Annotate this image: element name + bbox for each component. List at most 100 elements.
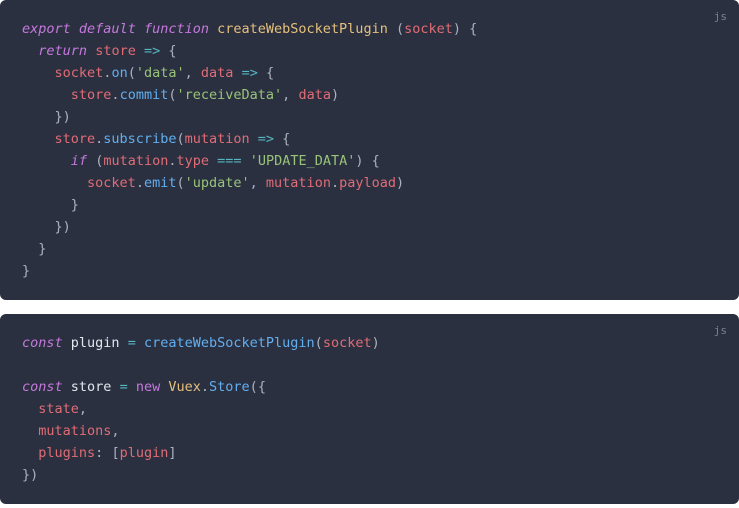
- code-token: store: [55, 131, 96, 147]
- code-token: }: [38, 241, 46, 257]
- code-token: emit: [144, 175, 177, 191]
- code-token: (: [315, 335, 323, 351]
- code-token: ): [453, 21, 461, 37]
- code-token: [22, 65, 55, 81]
- code-token: payload: [339, 175, 396, 191]
- code-token: store: [71, 379, 112, 395]
- code-token: subscribe: [103, 131, 176, 147]
- code-line: store.commit('receiveData', data): [22, 84, 717, 106]
- code-token: store: [95, 43, 136, 59]
- code-token: commit: [120, 87, 169, 103]
- code-token: 'UPDATE_DATA': [250, 153, 356, 169]
- code-token: {: [168, 43, 176, 59]
- code-token: mutation: [266, 175, 331, 191]
- code-line: plugins: [plugin]: [22, 442, 717, 464]
- code-token: ,: [79, 401, 87, 417]
- code-token: Store: [209, 379, 250, 395]
- code-token: }): [55, 219, 71, 235]
- code-content: export default function createWebSocketP…: [22, 18, 717, 282]
- code-line: [22, 354, 717, 376]
- code-token: [22, 109, 55, 125]
- code-token: .: [111, 87, 119, 103]
- code-block: jsexport default function createWebSocke…: [0, 0, 739, 300]
- code-token: [233, 65, 241, 81]
- code-token: [111, 379, 119, 395]
- code-token: [22, 423, 38, 439]
- code-line: }): [22, 216, 717, 238]
- code-token: {: [372, 153, 380, 169]
- code-token: mutation: [185, 131, 250, 147]
- code-token: [209, 153, 217, 169]
- code-line: return store => {: [22, 40, 717, 62]
- code-line: mutations,: [22, 420, 717, 442]
- code-line: }): [22, 106, 717, 128]
- code-token: if: [71, 153, 87, 169]
- code-token: data: [298, 87, 331, 103]
- code-token: }: [22, 263, 30, 279]
- code-token: socket: [323, 335, 372, 351]
- code-token: {: [282, 131, 290, 147]
- code-token: {: [258, 379, 266, 395]
- code-token: [22, 241, 38, 257]
- code-token: data: [201, 65, 234, 81]
- code-token: [136, 335, 144, 351]
- code-token: const: [22, 335, 63, 351]
- code-line: const plugin = createWebSocketPlugin(soc…: [22, 332, 717, 354]
- code-token: =>: [144, 43, 160, 59]
- code-token: [461, 21, 469, 37]
- code-line: const store = new Vuex.Store({: [22, 376, 717, 398]
- code-token: [63, 335, 71, 351]
- code-token: [193, 65, 201, 81]
- code-token: socket: [404, 21, 453, 37]
- code-token: mutations: [38, 423, 111, 439]
- code-token: ,: [250, 175, 258, 191]
- code-token: .: [136, 175, 144, 191]
- code-token: createWebSocketPlugin: [144, 335, 315, 351]
- code-token: [22, 87, 71, 103]
- code-token: [22, 131, 55, 147]
- code-token: [22, 197, 71, 213]
- code-token: [: [111, 445, 119, 461]
- code-token: [242, 153, 250, 169]
- code-token: [87, 43, 95, 59]
- code-token: socket: [87, 175, 136, 191]
- code-snippet-container: jsexport default function createWebSocke…: [0, 0, 739, 504]
- code-token: [209, 21, 217, 37]
- code-line: state,: [22, 398, 717, 420]
- code-token: [22, 401, 38, 417]
- code-token: {: [266, 65, 274, 81]
- code-token: Vuex: [168, 379, 201, 395]
- code-token: createWebSocketPlugin: [217, 21, 388, 37]
- code-token: plugin: [71, 335, 120, 351]
- code-token: [136, 43, 144, 59]
- language-badge: js: [714, 6, 727, 28]
- code-token: mutation: [103, 153, 168, 169]
- code-token: export: [22, 21, 71, 37]
- code-token: ): [331, 87, 339, 103]
- code-token: .: [331, 175, 339, 191]
- code-token: socket: [55, 65, 104, 81]
- code-token: plugins: [38, 445, 95, 461]
- code-line: }: [22, 238, 717, 260]
- code-token: }: [71, 197, 79, 213]
- code-token: [364, 153, 372, 169]
- code-token: (: [176, 175, 184, 191]
- code-token: (: [128, 65, 136, 81]
- code-token: [22, 219, 55, 235]
- code-token: [87, 153, 95, 169]
- code-block: jsconst plugin = createWebSocketPlugin(s…: [0, 314, 739, 504]
- code-token: ): [396, 175, 404, 191]
- code-token: new: [136, 379, 160, 395]
- code-line: export default function createWebSocketP…: [22, 18, 717, 40]
- code-line: }: [22, 194, 717, 216]
- code-line: socket.on('data', data => {: [22, 62, 717, 84]
- code-token: const: [22, 379, 63, 395]
- code-token: return: [38, 43, 87, 59]
- code-line: if (mutation.type === 'UPDATE_DATA') {: [22, 150, 717, 172]
- code-token: (: [396, 21, 404, 37]
- code-token: 'receiveData': [176, 87, 282, 103]
- code-token: plugin: [120, 445, 169, 461]
- code-token: function: [144, 21, 209, 37]
- code-token: [63, 379, 71, 395]
- code-token: [258, 175, 266, 191]
